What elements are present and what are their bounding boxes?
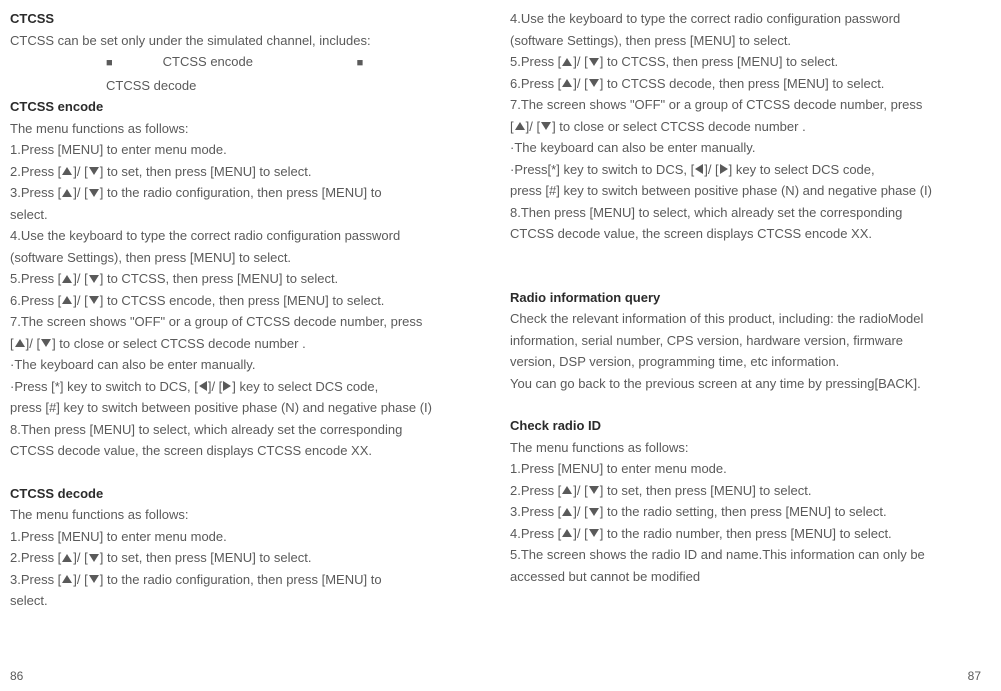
text-line: 8.Then press [MENU] to select, which alr… xyxy=(10,419,450,441)
down-icon xyxy=(541,122,551,130)
text-line: 2.Press []/ [] to set, then press [MENU]… xyxy=(10,547,450,569)
text-line: press [#] key to switch between positive… xyxy=(510,180,960,202)
text-line: accessed but cannot be modified xyxy=(510,566,960,588)
down-icon xyxy=(589,529,599,537)
text-line: 7.The screen shows "OFF" or a group of C… xyxy=(10,311,450,333)
text-line: 2.Press []/ [] to set, then press [MENU]… xyxy=(510,480,960,502)
up-icon xyxy=(62,189,72,197)
up-icon xyxy=(562,529,572,537)
up-icon xyxy=(562,486,572,494)
text-line: CTCSS can be set only under the simulate… xyxy=(10,30,450,52)
text-line: 1.Press [MENU] to enter menu mode. xyxy=(10,526,450,548)
down-icon xyxy=(589,486,599,494)
text-line: ·The keyboard can also be enter manually… xyxy=(510,137,960,159)
up-icon xyxy=(62,275,72,283)
text-line: 5.Press []/ [] to CTCSS, then press [MEN… xyxy=(510,51,960,73)
square-icon: ■ xyxy=(106,53,113,75)
left-icon xyxy=(199,381,207,391)
down-icon xyxy=(589,508,599,516)
up-icon xyxy=(515,122,525,130)
text-line: 5.Press []/ [] to CTCSS, then press [MEN… xyxy=(10,268,450,290)
left-icon xyxy=(695,164,703,174)
text-line: 7.The screen shows "OFF" or a group of C… xyxy=(510,94,960,116)
up-icon xyxy=(562,58,572,66)
right-icon xyxy=(223,381,231,391)
text-line: 4.Use the keyboard to type the correct r… xyxy=(510,8,960,30)
left-column: CTCSS CTCSS can be set only under the si… xyxy=(10,8,450,691)
page-number-left: 86 xyxy=(10,669,23,683)
up-icon xyxy=(62,575,72,583)
right-column: 4.Use the keyboard to type the correct r… xyxy=(510,8,960,691)
text-line: (software Settings), then press [MENU] t… xyxy=(10,247,450,269)
text-line: You can go back to the previous screen a… xyxy=(510,373,960,395)
text-line: 2.Press []/ [] to set, then press [MENU]… xyxy=(10,161,450,183)
sub-options: ■CTCSS encode ■CTCSS decode xyxy=(106,51,450,96)
text-line: CTCSS decode value, the screen displays … xyxy=(10,440,450,462)
text-line: 3.Press []/ [] to the radio setting, the… xyxy=(510,501,960,523)
right-icon xyxy=(720,164,728,174)
heading-check-id: Check radio ID xyxy=(510,415,960,437)
heading-decode: CTCSS decode xyxy=(10,483,450,505)
text-line: version, DSP version, programming time, … xyxy=(510,351,960,373)
text-line: CTCSS decode value, the screen displays … xyxy=(510,223,960,245)
text-line: 4.Use the keyboard to type the correct r… xyxy=(10,225,450,247)
text-line: 3.Press []/ [] to the radio configuratio… xyxy=(10,182,450,204)
blank-line xyxy=(510,394,960,415)
text-line: Check the relevant information of this p… xyxy=(510,308,960,330)
text-line: select. xyxy=(10,590,450,612)
blank-line xyxy=(10,462,450,483)
text-line: 3.Press []/ [] to the radio configuratio… xyxy=(10,569,450,591)
text-line: ·The keyboard can also be enter manually… xyxy=(10,354,450,376)
down-icon xyxy=(589,58,599,66)
opt-encode: ■CTCSS encode xyxy=(106,54,303,69)
down-icon xyxy=(89,575,99,583)
down-icon xyxy=(89,296,99,304)
blank-line xyxy=(510,266,960,287)
text-line: 6.Press []/ [] to CTCSS decode, then pre… xyxy=(510,73,960,95)
down-icon xyxy=(89,167,99,175)
text-line: (software Settings), then press [MENU] t… xyxy=(510,30,960,52)
text-line: 8.Then press [MENU] to select, which alr… xyxy=(510,202,960,224)
down-icon xyxy=(89,554,99,562)
text-line: []/ [] to close or select CTCSS decode n… xyxy=(510,116,960,138)
text-line: The menu functions as follows: xyxy=(10,118,450,140)
down-icon xyxy=(89,275,99,283)
up-icon xyxy=(15,339,25,347)
text-line: 4.Press []/ [] to the radio number, then… xyxy=(510,523,960,545)
text-line: []/ [] to close or select CTCSS decode n… xyxy=(10,333,450,355)
page-number-right: 87 xyxy=(968,669,981,683)
text-line: ·Press[*] key to switch to DCS, []/ [] k… xyxy=(510,159,960,181)
text-line: The menu functions as follows: xyxy=(510,437,960,459)
down-icon xyxy=(89,189,99,197)
up-icon xyxy=(562,79,572,87)
text-line: 5.The screen shows the radio ID and name… xyxy=(510,544,960,566)
down-icon xyxy=(589,79,599,87)
down-icon xyxy=(41,339,51,347)
up-icon xyxy=(62,296,72,304)
text-line: 1.Press [MENU] to enter menu mode. xyxy=(10,139,450,161)
text-line: 6.Press []/ [] to CTCSS encode, then pre… xyxy=(10,290,450,312)
heading-encode: CTCSS encode xyxy=(10,96,450,118)
heading-radio-info: Radio information query xyxy=(510,287,960,309)
text-line: press [#] key to switch between positive… xyxy=(10,397,450,419)
up-icon xyxy=(562,508,572,516)
text-line: ·Press [*] key to switch to DCS, []/ [] … xyxy=(10,376,450,398)
text-line: information, serial number, CPS version,… xyxy=(510,330,960,352)
blank-line xyxy=(510,245,960,266)
square-icon: ■ xyxy=(357,53,364,75)
text-line: The menu functions as follows: xyxy=(10,504,450,526)
text-line: select. xyxy=(10,204,450,226)
heading-ctcss: CTCSS xyxy=(10,8,450,30)
up-icon xyxy=(62,554,72,562)
up-icon xyxy=(62,167,72,175)
text-line: 1.Press [MENU] to enter menu mode. xyxy=(510,458,960,480)
